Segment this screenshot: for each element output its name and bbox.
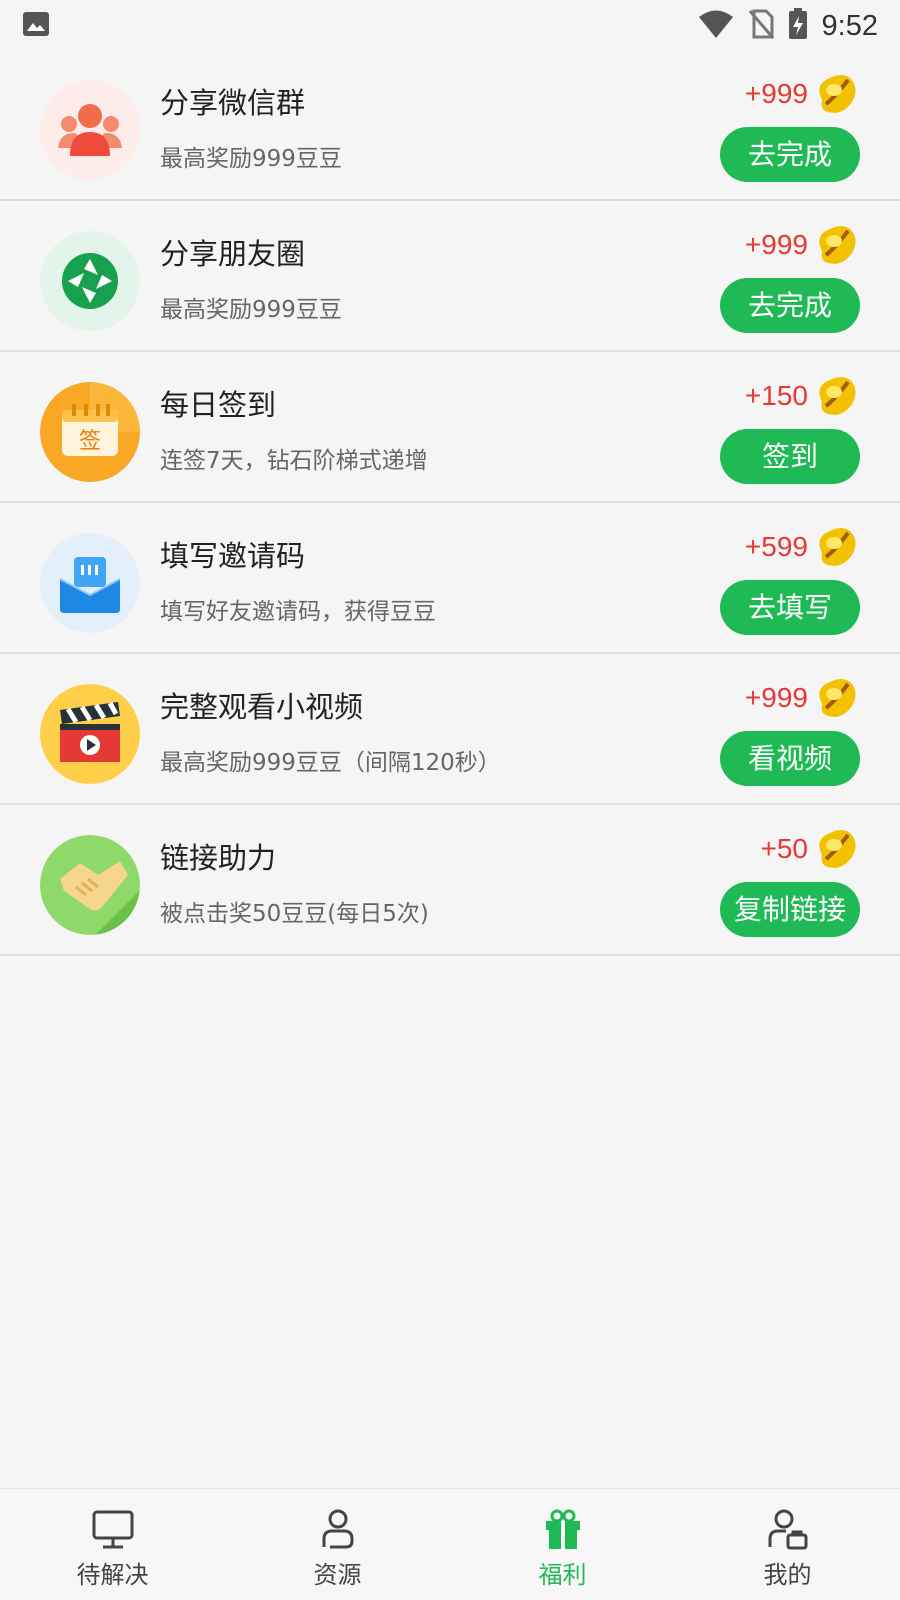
task-action-button[interactable]: 看视频 (720, 731, 860, 786)
handshake-icon (40, 835, 140, 935)
nav-item-welfare[interactable]: 福利 (450, 1489, 675, 1600)
battery-charging-icon (788, 8, 808, 44)
task-action-button[interactable]: 复制链接 (719, 882, 860, 937)
reward-amount: +999 (744, 229, 808, 260)
wechat-group-icon (40, 80, 140, 180)
monitor-icon (91, 1507, 135, 1551)
task-row-watch-video: 完整观看小视频 最高奖励999豆豆（间隔120秒） +999 看视频 (0, 654, 900, 805)
bean-coin-icon (812, 70, 860, 118)
no-sim-icon (748, 9, 774, 43)
task-desc: 被点击奖50豆豆(每日5次) (160, 901, 429, 927)
nav-label: 福利 (538, 1561, 587, 1589)
task-title: 分享朋友圈 (160, 237, 306, 271)
svg-text:签: 签 (79, 429, 101, 454)
person-icon (316, 1507, 360, 1551)
task-row-moments: 分享朋友圈 最高奖励999豆豆 +999 去完成 (0, 201, 900, 352)
reward-amount: +599 (744, 531, 808, 562)
task-row-daily-signin: 签 每日签到 连签7天，钻石阶梯式递增 +150 签到 (0, 352, 900, 503)
bottom-nav: 待解决 资源 福利 我的 (0, 1488, 900, 1600)
task-title: 填写邀请码 (160, 539, 306, 573)
bean-coin-icon (812, 523, 860, 571)
nav-label: 我的 (763, 1561, 812, 1589)
task-row-invite-code: 填写邀请码 填写好友邀请码，获得豆豆 +599 去填写 (0, 503, 900, 654)
bean-coin-icon (812, 825, 860, 873)
task-action-button[interactable]: 去完成 (720, 278, 860, 333)
invite-mail-icon (40, 533, 140, 633)
nav-label: 资源 (313, 1561, 362, 1589)
task-title: 完整观看小视频 (160, 690, 364, 724)
status-bar: 9:52 (0, 0, 900, 50)
task-desc: 连签7天，钻石阶梯式递增 (160, 448, 428, 474)
clock: 9:52 (821, 9, 878, 42)
moments-icon (40, 231, 140, 331)
reward-amount: +999 (744, 78, 808, 109)
reward-amount: +150 (744, 380, 808, 411)
task-title: 链接助力 (160, 841, 277, 875)
task-title: 分享微信群 (160, 86, 306, 120)
reward-amount: +999 (744, 682, 808, 713)
nav-item-pending[interactable]: 待解决 (0, 1489, 225, 1600)
gallery-notification-icon (22, 11, 50, 41)
nav-item-mine[interactable]: 我的 (675, 1489, 900, 1600)
task-list: 分享微信群 最高奖励999豆豆 +999 去完成 分享朋友圈 最高奖励999豆豆… (0, 50, 900, 956)
calendar-sign-icon: 签 (40, 382, 140, 482)
task-action-button[interactable]: 签到 (720, 429, 860, 484)
task-desc: 最高奖励999豆豆 (160, 297, 342, 323)
bean-coin-icon (812, 372, 860, 420)
task-desc: 填写好友邀请码，获得豆豆 (160, 599, 436, 625)
task-action-button[interactable]: 去完成 (720, 127, 860, 182)
task-desc: 最高奖励999豆豆 (160, 146, 342, 172)
nav-item-resources[interactable]: 资源 (225, 1489, 450, 1600)
wifi-icon (698, 9, 734, 43)
bean-coin-icon (812, 221, 860, 269)
profile-bag-icon (766, 1507, 810, 1551)
bean-coin-icon (812, 674, 860, 722)
task-row-wechat-group: 分享微信群 最高奖励999豆豆 +999 去完成 (0, 50, 900, 201)
task-row-link-assist: 链接助力 被点击奖50豆豆(每日5次) +50 复制链接 (0, 805, 900, 956)
task-action-button[interactable]: 去填写 (720, 580, 860, 635)
reward-amount: +50 (760, 833, 809, 864)
nav-label: 待解决 (76, 1561, 149, 1589)
video-clapper-icon (40, 684, 140, 784)
task-title: 每日签到 (160, 388, 277, 422)
task-desc: 最高奖励999豆豆（间隔120秒） (160, 750, 501, 776)
gift-icon (541, 1507, 585, 1551)
